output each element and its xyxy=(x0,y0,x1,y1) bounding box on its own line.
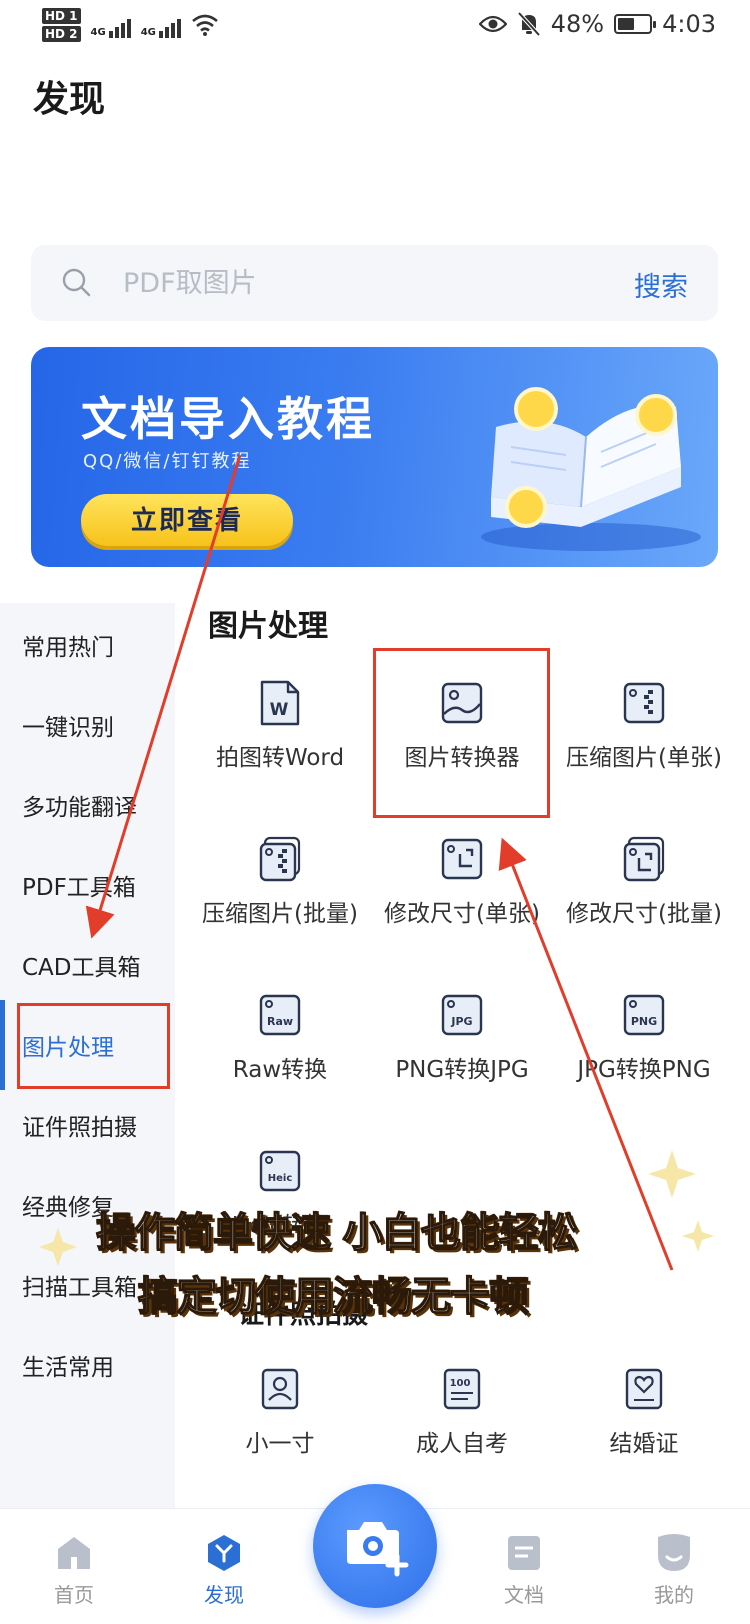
sparkle-decorations xyxy=(39,1150,714,1266)
tab-label: 发现 xyxy=(204,1583,244,1607)
tab-label: 首页 xyxy=(54,1583,94,1607)
tab-documents[interactable]: 文档 xyxy=(474,1533,574,1608)
camera-plus-icon xyxy=(347,1522,409,1577)
arrow-to-converter xyxy=(498,837,674,1271)
arrow-banner-to-sidebar xyxy=(85,454,242,939)
annotation-arrows xyxy=(39,454,714,1271)
tab-home[interactable]: 首页 xyxy=(24,1533,124,1608)
tab-profile[interactable]: 我的 xyxy=(624,1533,724,1608)
home-icon xyxy=(58,1537,90,1569)
document-icon xyxy=(508,1536,540,1570)
camera-scan-button[interactable] xyxy=(313,1484,437,1608)
discover-icon xyxy=(208,1535,240,1571)
tab-label: 文档 xyxy=(504,1583,544,1607)
tab-discover[interactable]: 发现 xyxy=(174,1533,274,1608)
tab-label: 我的 xyxy=(654,1583,694,1607)
profile-icon xyxy=(658,1534,690,1571)
